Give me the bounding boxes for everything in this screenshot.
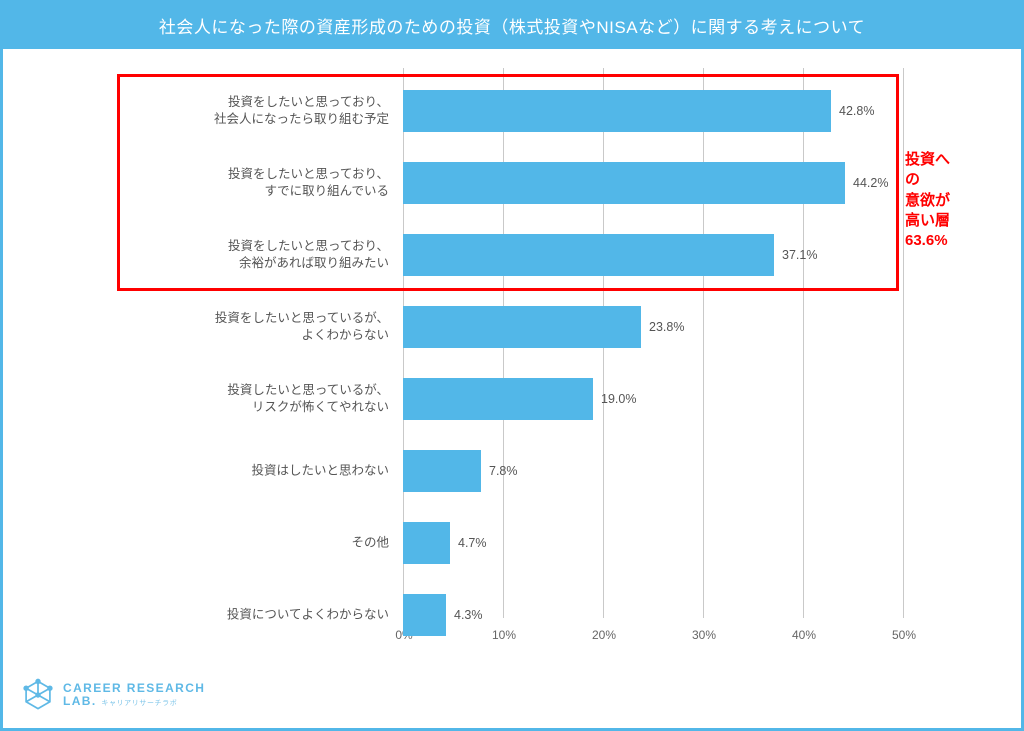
bar: 19.0% bbox=[403, 378, 593, 420]
bar: 42.8% bbox=[403, 90, 831, 132]
bar-row: 投資したいと思っているが、 リスクが怖くてやれない 19.0% bbox=[403, 368, 903, 430]
value-label: 44.2% bbox=[845, 176, 888, 190]
bar: 23.8% bbox=[403, 306, 641, 348]
bar-row: 投資をしたいと思っているが、 よくわからない 23.8% bbox=[403, 296, 903, 358]
bar: 7.8% bbox=[403, 450, 481, 492]
bar: 4.7% bbox=[403, 522, 450, 564]
chart-title: 社会人になった際の資産形成のための投資（株式投資やNISAなど）に関する考えにつ… bbox=[3, 3, 1021, 49]
category-label: 投資をしたいと思っており、 社会人になったら取り組む予定 bbox=[73, 94, 403, 128]
category-label: 投資したいと思っているが、 リスクが怖くてやれない bbox=[73, 382, 403, 416]
category-label: 投資をしたいと思っており、 余裕があれば取り組みたい bbox=[73, 238, 403, 272]
bar-row: その他 4.7% bbox=[403, 512, 903, 574]
callout-line: 63.6% bbox=[905, 232, 948, 249]
bar-row: 投資をしたいと思っており、 すでに取り組んでいる 44.2% bbox=[403, 152, 903, 214]
value-label: 23.8% bbox=[641, 320, 684, 334]
callout: 投資への 意欲が高い層 63.6% bbox=[905, 150, 961, 251]
bar-row: 投資をしたいと思っており、 余裕があれば取り組みたい 37.1% bbox=[403, 224, 903, 286]
value-label: 42.8% bbox=[831, 104, 874, 118]
logo-sub: キャリアリサーチラボ bbox=[101, 700, 177, 707]
category-label: 投資をしたいと思っており、 すでに取り組んでいる bbox=[73, 166, 403, 200]
callout-line: 投資への bbox=[905, 151, 950, 188]
logo: CAREER RESEARCH LAB. キャリアリサーチラボ bbox=[21, 678, 205, 712]
logo-cube-icon bbox=[21, 678, 55, 712]
category-label: 投資をしたいと思っているが、 よくわからない bbox=[73, 310, 403, 344]
chart-frame: 社会人になった際の資産形成のための投資（株式投資やNISAなど）に関する考えにつ… bbox=[0, 0, 1024, 731]
bar: 44.2% bbox=[403, 162, 845, 204]
value-label: 7.8% bbox=[481, 464, 518, 478]
bar-row: 投資についてよくわからない 4.3% bbox=[403, 584, 903, 646]
plot: 0% 10% 20% 30% 40% 50% 投資をしたいと思っており、 社会人… bbox=[403, 68, 903, 618]
value-label: 19.0% bbox=[593, 392, 636, 406]
value-label: 4.7% bbox=[450, 536, 487, 550]
callout-line: 意欲が高い層 bbox=[905, 192, 950, 229]
value-label: 37.1% bbox=[774, 248, 817, 262]
logo-text: CAREER RESEARCH LAB. キャリアリサーチラボ bbox=[63, 682, 205, 707]
bar: 4.3% bbox=[403, 594, 446, 636]
bar-row: 投資をしたいと思っており、 社会人になったら取り組む予定 42.8% bbox=[403, 80, 903, 142]
category-label: 投資はしたいと思わない bbox=[73, 463, 403, 480]
gridline: 50% bbox=[903, 68, 904, 618]
bar: 37.1% bbox=[403, 234, 774, 276]
chart-area: 0% 10% 20% 30% 40% 50% 投資をしたいと思っており、 社会人… bbox=[63, 58, 961, 658]
logo-line: LAB. bbox=[63, 694, 97, 708]
category-label: 投資についてよくわからない bbox=[73, 607, 403, 624]
bar-row: 投資はしたいと思わない 7.8% bbox=[403, 440, 903, 502]
category-label: その他 bbox=[73, 535, 403, 552]
value-label: 4.3% bbox=[446, 608, 483, 622]
